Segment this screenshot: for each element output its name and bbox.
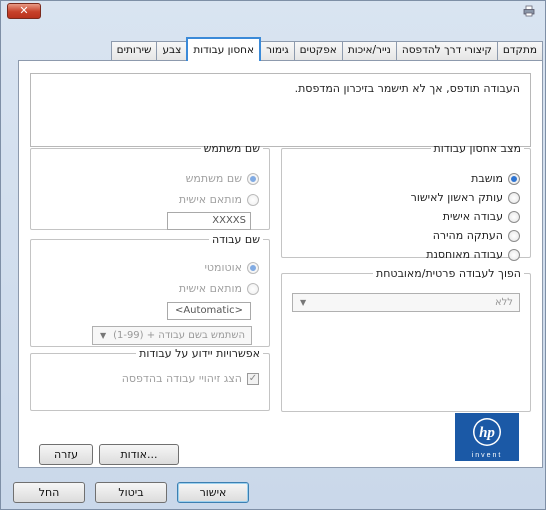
- tab-advanced[interactable]: מתקדם: [496, 41, 543, 60]
- tab-paper-quality[interactable]: נייר/איכות: [341, 41, 397, 60]
- radio-quick-copy[interactable]: העתקה מהירה: [433, 229, 520, 242]
- radio-stored-job[interactable]: עבודה מאוחסנת: [426, 248, 520, 261]
- user-name-group: שם משתמש שם משתמש מותאם אישית XXXXS: [30, 142, 270, 230]
- tab-finishing[interactable]: גימור: [260, 41, 295, 60]
- radio-personal-job[interactable]: עבודה אישית: [443, 210, 520, 223]
- private-job-legend: הפוך לעבודה פרטית/מאובטחת: [376, 267, 521, 280]
- description-text: העבודה תודפס, אך לא תישמר בזיכרון המדפסת…: [294, 82, 520, 95]
- dropdown-value: ללא: [494, 297, 513, 308]
- checkbox-label: הצג זיהויי עבודה בהדפסה: [121, 372, 242, 385]
- title-bar: ✕: [1, 1, 545, 23]
- job-name-exists-dropdown[interactable]: השתמש בשם עבודה + (1-99) ▼: [92, 326, 252, 345]
- tab-effects[interactable]: אפקטים: [293, 41, 343, 60]
- radio-button[interactable]: [247, 261, 259, 274]
- user-name-legend: שם משתמש: [203, 142, 260, 155]
- radio-button[interactable]: [247, 172, 259, 185]
- radio-button[interactable]: [247, 282, 259, 295]
- radio-job-custom[interactable]: מותאם אישית: [179, 282, 259, 295]
- private-job-group: הפוך לעבודה פרטית/מאובטחת ללא ▼: [281, 267, 531, 412]
- user-name-input[interactable]: XXXXS: [167, 212, 251, 230]
- print-properties-dialog: ✕ מתקדם קיצורי דרך להדפסה נייר/איכות אפק…: [0, 0, 546, 510]
- radio-label: מותאם אישית: [178, 193, 242, 206]
- radio-user-name[interactable]: שם משתמש: [186, 172, 259, 185]
- logo-brand: hp: [479, 425, 495, 441]
- ok-button[interactable]: אישור: [177, 482, 249, 503]
- apply-button[interactable]: החל: [13, 482, 85, 503]
- job-name-group: שם עבודה אוטומטי מותאם אישית <Automatic>…: [30, 233, 270, 347]
- radio-button[interactable]: [508, 172, 520, 185]
- show-job-id-checkbox-row[interactable]: ✓ הצג זיהויי עבודה בהדפסה: [122, 372, 259, 385]
- radio-job-automatic[interactable]: אוטומטי: [204, 261, 259, 274]
- job-name-input[interactable]: <Automatic>: [167, 302, 251, 320]
- radio-label: אוטומטי: [204, 261, 242, 274]
- tab-printing-shortcuts[interactable]: קיצורי דרך להדפסה: [395, 41, 498, 60]
- chevron-down-icon: ▼: [300, 298, 307, 307]
- job-storage-mode-group: מצב אחסון עבודות מושבת עותק ראשון לאישור…: [281, 142, 531, 261]
- radio-button[interactable]: [247, 193, 259, 206]
- radio-label: עותק ראשון לאישור: [410, 191, 503, 204]
- hp-logo: hp invent: [455, 413, 519, 461]
- about-button[interactable]: אודות...: [99, 444, 179, 465]
- help-button[interactable]: עזרה: [39, 444, 93, 465]
- radio-button[interactable]: [508, 229, 520, 242]
- radio-disabled[interactable]: מושבת: [471, 172, 520, 185]
- tab-strip: מתקדם קיצורי דרך להדפסה נייר/איכות אפקטי…: [99, 37, 543, 61]
- job-name-legend: שם עבודה: [211, 233, 260, 246]
- job-storage-mode-legend: מצב אחסון עבודות: [433, 142, 522, 155]
- job-description: העבודה תודפס, אך לא תישמר בזיכרון המדפסת…: [30, 73, 531, 147]
- radio-label: שם משתמש: [185, 172, 242, 185]
- chevron-down-icon: ▼: [100, 331, 107, 340]
- radio-button[interactable]: [508, 191, 520, 204]
- radio-label: עבודה מאוחסנת: [426, 248, 503, 261]
- tab-color[interactable]: צבע: [156, 41, 188, 60]
- printer-icon: [523, 5, 535, 17]
- radio-button[interactable]: [508, 210, 520, 223]
- logo-tagline: invent: [472, 452, 503, 459]
- radio-button[interactable]: [508, 248, 520, 261]
- show-job-id-checkbox[interactable]: ✓: [247, 372, 259, 385]
- notification-legend: אפשרויות יידוע על עבודות: [139, 347, 260, 360]
- private-job-dropdown[interactable]: ללא ▼: [292, 293, 520, 312]
- radio-label: מותאם אישית: [178, 282, 242, 295]
- radio-proof-and-hold[interactable]: עותק ראשון לאישור: [411, 191, 520, 204]
- radio-label: עבודה אישית: [442, 210, 503, 223]
- radio-label: מושבת: [471, 172, 503, 185]
- tab-services[interactable]: שירותים: [110, 41, 158, 60]
- job-storage-panel: העבודה תודפס, אך לא תישמר בזיכרון המדפסת…: [18, 60, 543, 468]
- notification-group: אפשרויות יידוע על עבודות ✓ הצג זיהויי עב…: [30, 347, 270, 411]
- dropdown-value: השתמש בשם עבודה + (1-99): [113, 330, 245, 341]
- close-button[interactable]: ✕: [7, 3, 41, 19]
- cancel-button[interactable]: ביטול: [95, 482, 167, 503]
- radio-user-custom[interactable]: מותאם אישית: [179, 193, 259, 206]
- radio-label: העתקה מהירה: [432, 229, 503, 242]
- tab-job-storage[interactable]: אחסון עבודות: [186, 37, 262, 61]
